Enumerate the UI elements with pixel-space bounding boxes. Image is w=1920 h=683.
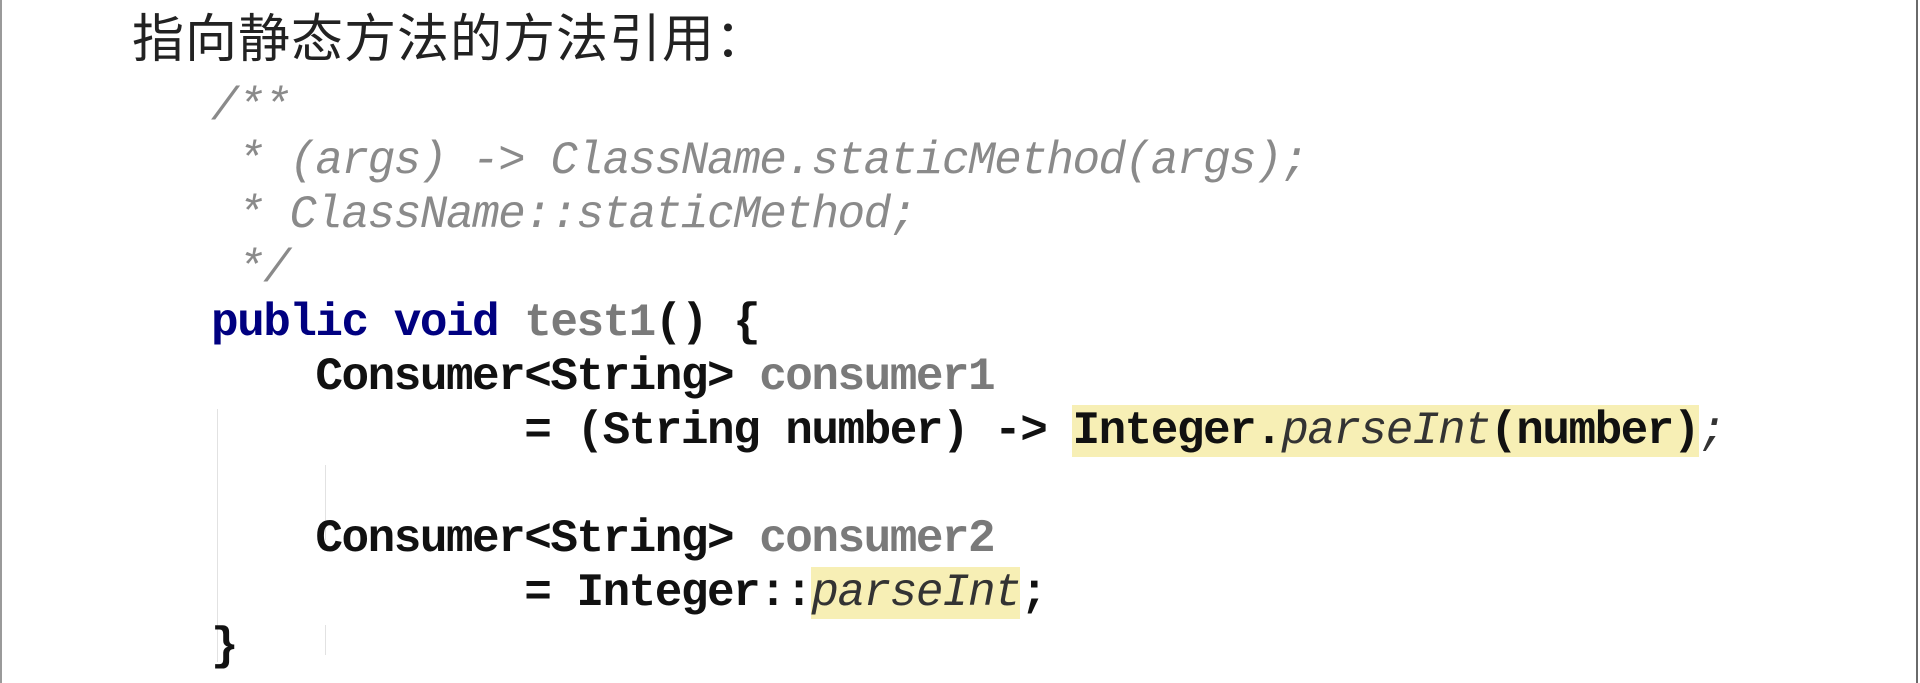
comment-line: * ClassName::staticMethod;	[211, 189, 917, 241]
method-signature: public void test1() {	[211, 296, 1725, 350]
lambda-head: = (String number) ->	[524, 405, 1073, 457]
declaration-consumer1: Consumer<String> consumer1	[211, 350, 1725, 404]
semicolon: ;	[1020, 567, 1048, 619]
variable-name: consumer2	[759, 513, 995, 565]
comment-line: * (args) -> ClassName.staticMethod(args)…	[211, 135, 1309, 187]
type: Consumer<String>	[315, 351, 760, 403]
comment-line: /**	[211, 81, 291, 133]
lambda-assignment: = (String number) -> Integer.parseInt(nu…	[211, 404, 1727, 458]
class-name: Integer	[1072, 405, 1256, 457]
closing-brace: }	[211, 621, 239, 673]
comment-line: */	[211, 243, 291, 295]
left-border	[0, 0, 2, 683]
parens-brace: () {	[654, 297, 761, 349]
slide-title: 指向静态方法的方法引用：	[132, 10, 769, 70]
keywords: public void	[211, 297, 525, 349]
method-name: test1	[524, 297, 656, 349]
right-border	[1916, 0, 1918, 683]
declaration-consumer2: Consumer<String> consumer2	[211, 512, 1725, 566]
static-method: parseInt	[811, 567, 1022, 619]
variable-name: consumer1	[759, 351, 995, 403]
type: Consumer<String>	[315, 513, 760, 565]
code-block: /** * (args) -> ClassName.staticMethod(a…	[211, 80, 1727, 674]
reference-head: = Integer::	[524, 567, 813, 619]
method-reference-assignment: = Integer::parseInt;	[211, 566, 1725, 620]
dot: .	[1255, 405, 1283, 457]
semicolon: ;	[1699, 405, 1727, 457]
call-args: (number)	[1490, 405, 1700, 457]
static-method: parseInt	[1281, 405, 1491, 457]
